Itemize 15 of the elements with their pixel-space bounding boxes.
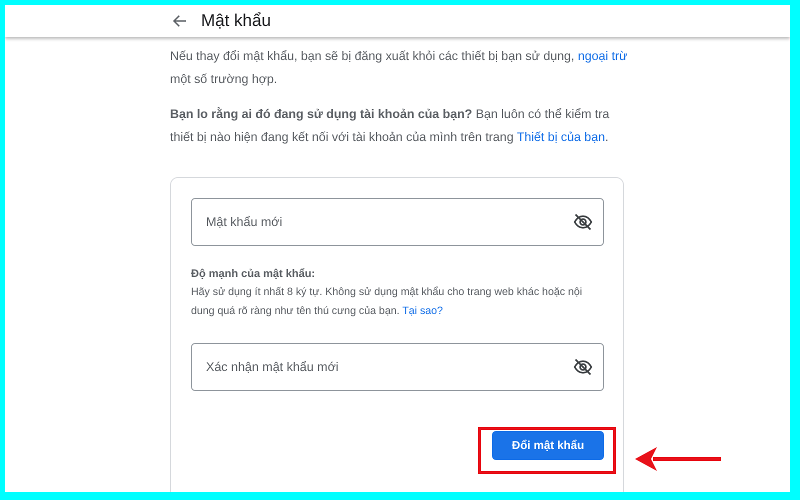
- password-input[interactable]: Mật khẩu mới: [204, 214, 573, 230]
- intro-text: Nếu thay đổi mật khẩu, bạn sẽ bị đăng xuất khỏi các thiết bị bạn sử dụng, ngoại trừ một số trường hợp.: [170, 48, 628, 88]
- eye-slash-icon[interactable]: [573, 357, 593, 377]
- password-input[interactable]: Xác nhận mật khẩu mới: [204, 359, 573, 375]
- password-field[interactable]: Xác nhận mật khẩu mới: [191, 343, 604, 391]
- link[interactable]: ngoại trừ: [578, 49, 628, 63]
- link[interactable]: Thiết bị của bạn: [516, 130, 605, 144]
- strength-title: Độ mạnh của mật khẩu:: [191, 268, 316, 280]
- change-password-button[interactable]: Đổi mật khẩu: [492, 431, 604, 460]
- page-title: Mật khẩu: [201, 11, 271, 31]
- link[interactable]: Tại sao?: [402, 305, 443, 317]
- devices-text: Bạn lo rằng ai đó đang sử dụng tài khoản của bạn? Bạn luôn có thể kiểm tra thiết bị nào hiện đang kết nối với tài khoản của mình trên trang Thiết bị của bạn.: [170, 106, 610, 146]
- strength-hint: Hãy sử dụng ít nhất 8 ký tự. Không sử dụng mật khẩu cho trang web khác hoặc nội dung quá rõ ràng như tên thú cưng của bạn. Tại sao?: [191, 285, 584, 319]
- password-field[interactable]: Mật khẩu mới: [191, 198, 604, 246]
- eye-slash-icon[interactable]: [573, 212, 593, 232]
